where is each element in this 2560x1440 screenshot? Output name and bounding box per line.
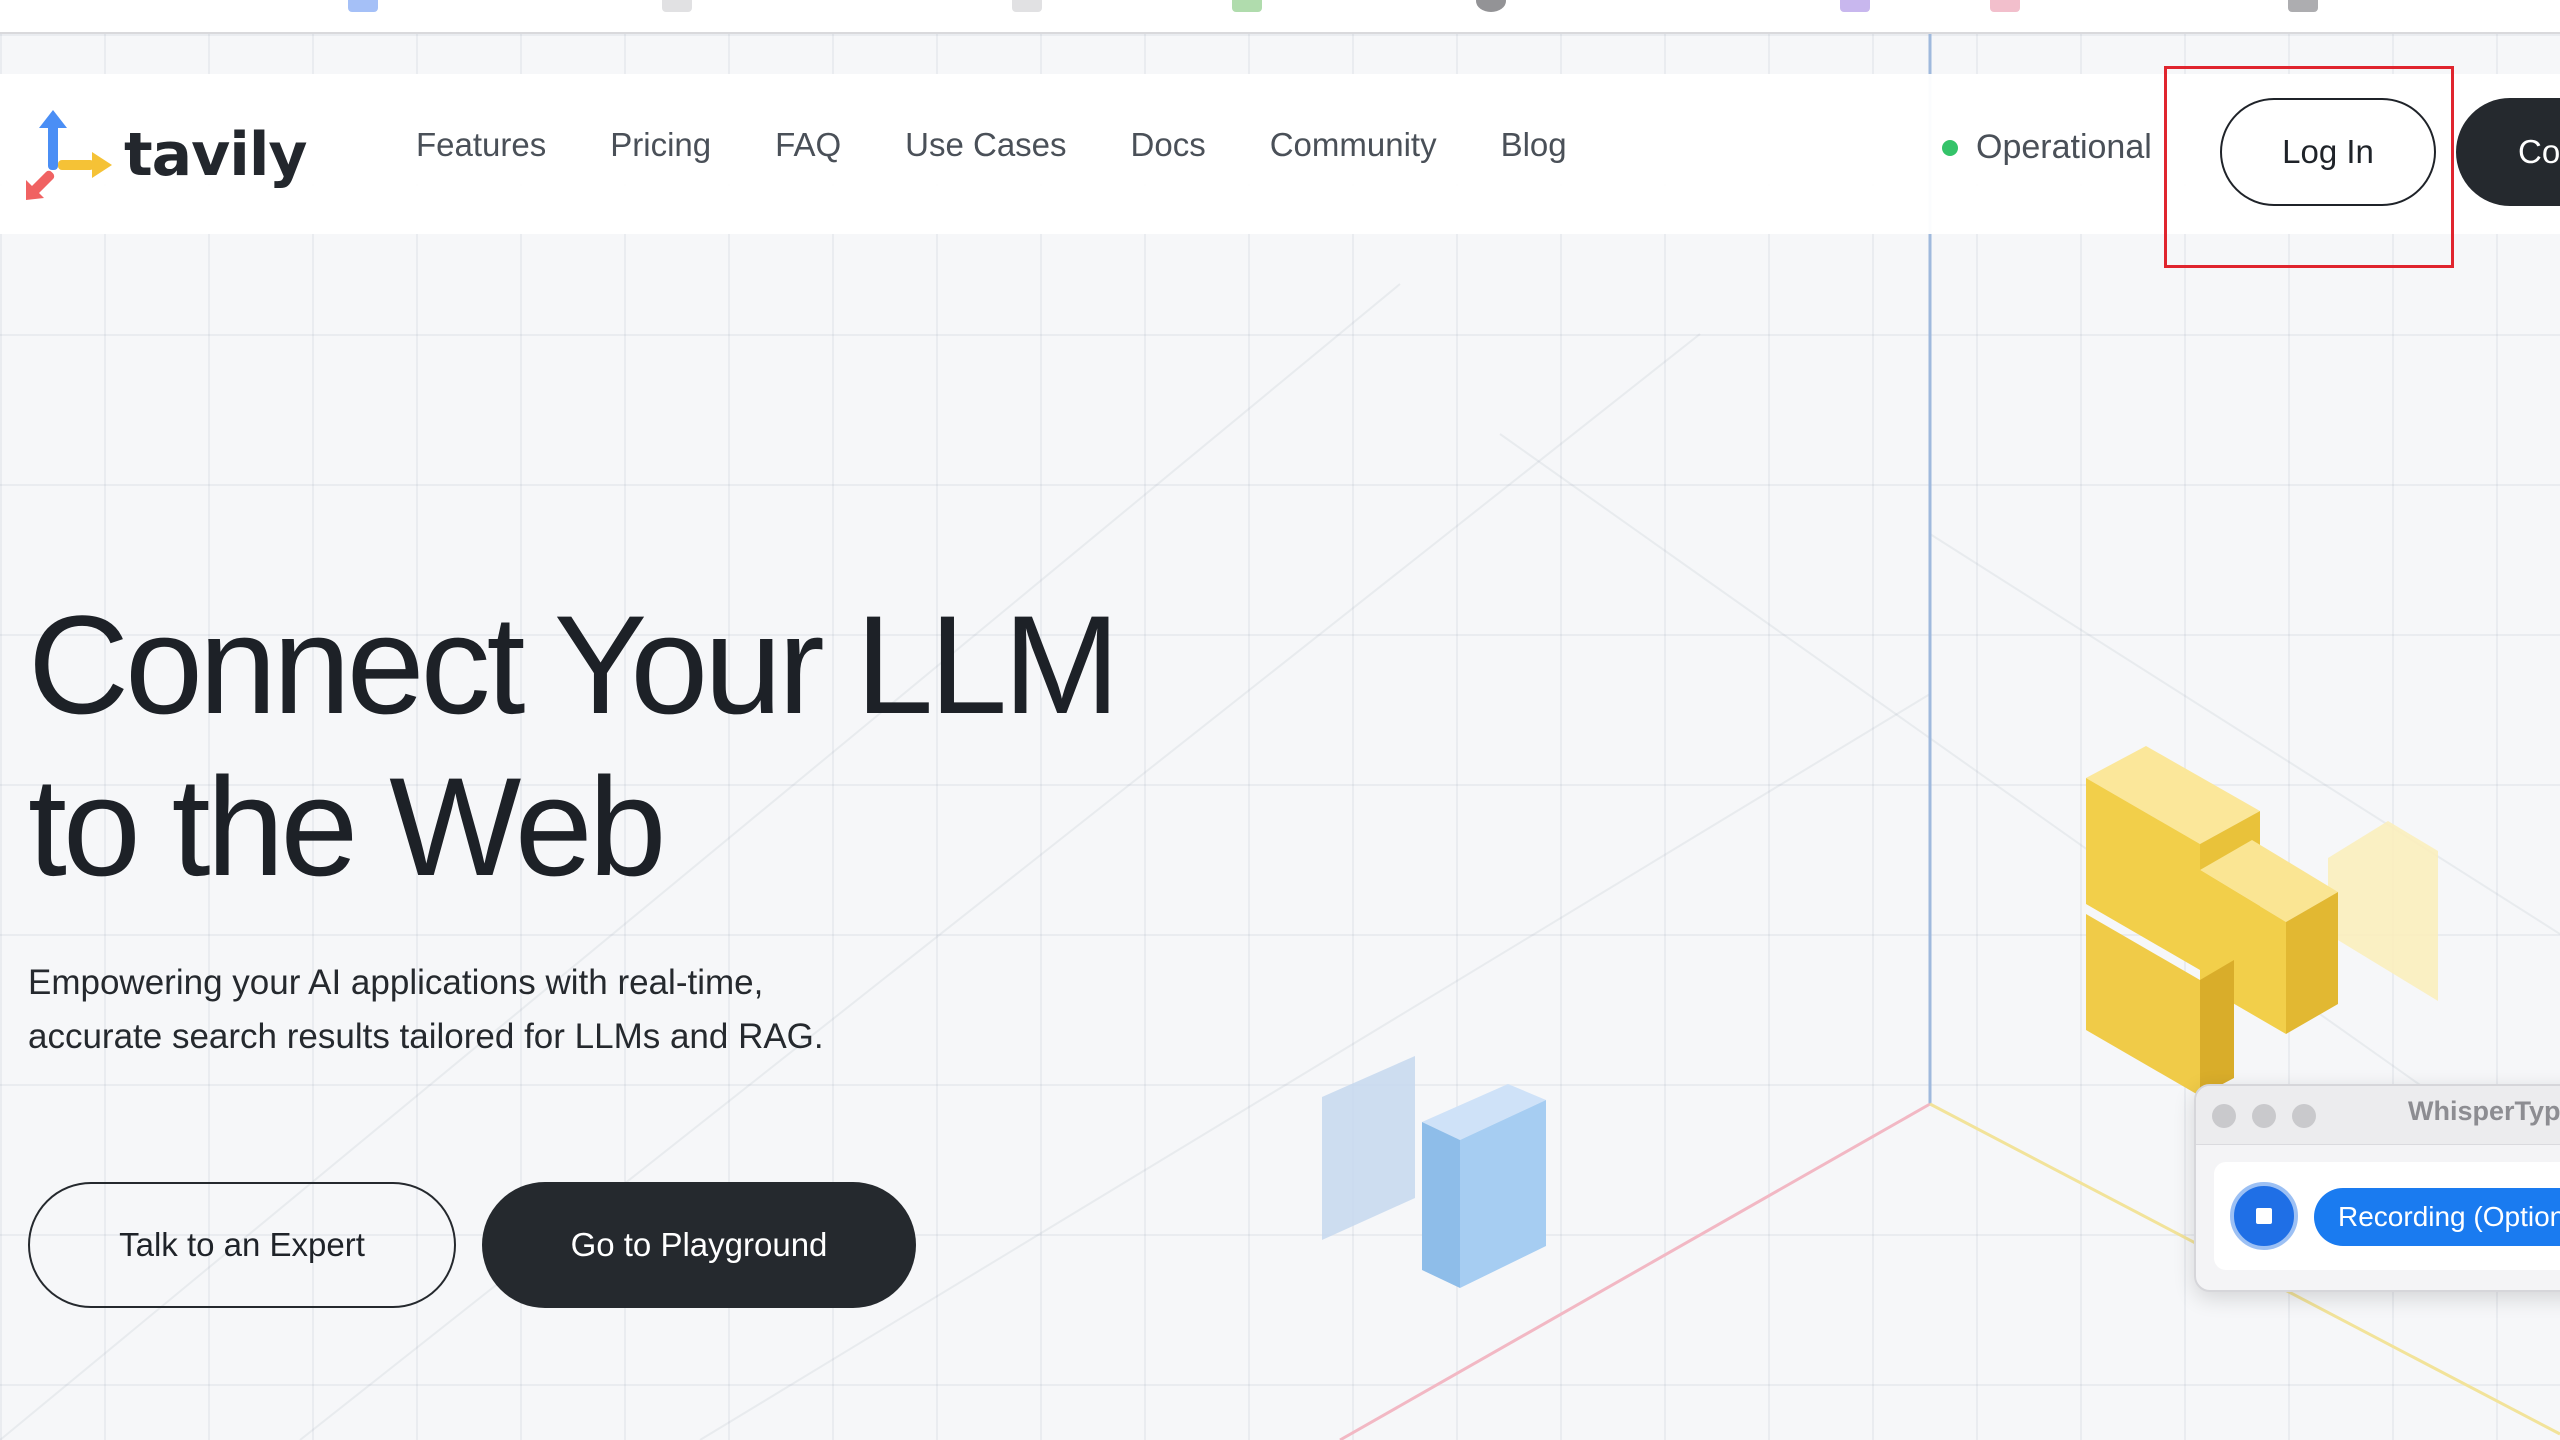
nav-blog[interactable]: Blog [1501, 126, 1567, 164]
top-navbar: tavily Features Pricing FAQ Use Cases Do… [0, 74, 2560, 234]
hero-subtitle-line: accurate search results tailored for LLM… [28, 1017, 824, 1056]
tavily-logo-icon [26, 110, 112, 200]
nav-faq[interactable]: FAQ [775, 126, 841, 164]
logo-text: tavily [124, 120, 308, 190]
hero-subtitle-line: Empowering your AI applications with rea… [28, 963, 764, 1002]
bookmark-icon[interactable] [1990, 0, 2020, 12]
nav-pricing[interactable]: Pricing [610, 126, 711, 164]
get-started-button[interactable]: Co [2456, 98, 2560, 206]
nav-features[interactable]: Features [416, 126, 546, 164]
status-dot-icon [1942, 139, 1958, 156]
bookmark-icon[interactable] [1012, 0, 1042, 12]
hero-subtitle: Empowering your AI applications with rea… [28, 956, 1028, 1064]
whispertype-title: WhisperTyp [2408, 1096, 2560, 1126]
window-minimize-icon[interactable] [2252, 1104, 2276, 1128]
hero-title-line: to the Web [28, 748, 667, 905]
hero-title-line: Connect Your LLM [28, 586, 1120, 743]
bookmark-icon[interactable] [1476, 0, 1506, 12]
yellow-blocks-shape [2086, 746, 2438, 1096]
whispertype-body: Recording (Option- [2214, 1162, 2560, 1270]
main-nav: Features Pricing FAQ Use Cases Docs Comm… [416, 126, 1631, 164]
bookmark-icon[interactable] [662, 0, 692, 12]
bookmark-icon[interactable] [1840, 0, 1870, 12]
nav-docs[interactable]: Docs [1131, 126, 1206, 164]
bookmarks-bar [0, 0, 2560, 34]
recording-status-pill[interactable]: Recording (Option- [2314, 1188, 2560, 1246]
hero-title: Connect Your LLM to the Web [28, 584, 1120, 908]
nav-use-cases[interactable]: Use Cases [905, 126, 1066, 164]
nav-community[interactable]: Community [1270, 126, 1437, 164]
logo[interactable]: tavily [26, 110, 308, 200]
talk-to-expert-button[interactable]: Talk to an Expert [28, 1182, 456, 1308]
bookmark-icon[interactable] [2288, 0, 2318, 12]
stop-recording-icon[interactable] [2230, 1182, 2298, 1250]
whispertype-titlebar[interactable]: WhisperTyp [2196, 1086, 2560, 1145]
blue-blocks-shape [1322, 1056, 1546, 1288]
bookmark-icon[interactable] [1232, 0, 1262, 12]
whispertype-window[interactable]: WhisperTyp Recording (Option- [2194, 1084, 2560, 1292]
login-button[interactable]: Log In [2220, 98, 2436, 206]
status-indicator[interactable]: Operational [1942, 128, 2152, 167]
go-to-playground-button[interactable]: Go to Playground [482, 1182, 916, 1308]
window-close-icon[interactable] [2212, 1104, 2236, 1128]
bookmark-icon[interactable] [348, 0, 378, 12]
window-zoom-icon[interactable] [2292, 1104, 2316, 1128]
status-label: Operational [1976, 128, 2152, 166]
